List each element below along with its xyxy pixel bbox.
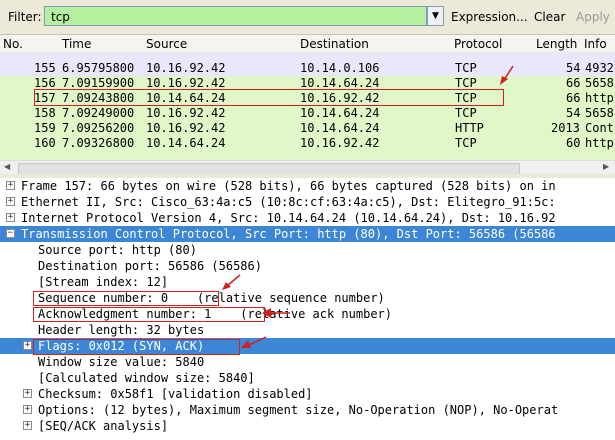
packet-length: 66: [566, 91, 581, 105]
scroll-right-icon[interactable]: ▶: [603, 162, 609, 171]
tree-item-stream-index[interactable]: [Stream index: 12]: [0, 274, 615, 290]
packet-source: 10.16.92.42: [146, 61, 226, 75]
tree-item-label: Header length: 32 bytes: [38, 323, 205, 337]
collapse-icon[interactable]: −: [6, 229, 15, 238]
tree-item-label: Source port: http (80): [38, 243, 197, 257]
packet-destination: 10.14.64.24: [300, 106, 380, 120]
packet-row-partial[interactable]: [0, 52, 615, 61]
tree-item-seq-ack-analysis[interactable]: + [SEQ/ACK analysis]: [0, 418, 615, 434]
packet-time: 6.95795800: [62, 61, 135, 75]
tree-item-label: Transmission Control Protocol, Src Port:…: [21, 227, 556, 241]
packet-details-tree: + Frame 157: 66 bytes on wire (528 bits)…: [0, 178, 615, 440]
tree-item-label: Internet Protocol Version 4, Src: 10.14.…: [21, 211, 556, 225]
filter-dropdown-button[interactable]: ▼: [427, 6, 444, 26]
tree-item-label: Checksum: 0x58f1 [validation disabled]: [38, 387, 313, 401]
packet-row[interactable]: 159 7.09256200 10.16.92.42 10.14.64.24 H…: [0, 121, 615, 136]
packet-info: http: [585, 91, 614, 105]
annotation-arrow-icon: [500, 65, 514, 85]
tree-item-label: Frame 157: 66 bytes on wire (528 bits), …: [21, 179, 556, 193]
packet-length: 66: [566, 76, 581, 90]
packet-source: 10.16.92.42: [146, 121, 226, 135]
packet-time: 7.09249000: [62, 106, 135, 120]
column-header-info[interactable]: Info: [584, 37, 607, 51]
packet-info: 5658: [585, 76, 614, 90]
filter-input[interactable]: tcp: [44, 6, 427, 26]
packet-list: 155 6.95795800 10.16.92.42 10.14.0.106 T…: [0, 52, 615, 160]
tree-item-source-port[interactable]: Source port: http (80): [0, 242, 615, 258]
expand-icon[interactable]: +: [23, 421, 32, 430]
annotation-arrow-icon: [222, 274, 241, 290]
packet-source: 10.14.64.24: [146, 136, 226, 150]
filter-toolbar: Filter: tcp ▼ Expression... Clear Apply: [0, 0, 615, 35]
packet-info: 5658: [585, 106, 614, 120]
packet-length: 2013: [551, 121, 580, 135]
packet-protocol: TCP: [455, 136, 477, 150]
filter-label: Filter:: [8, 10, 42, 24]
column-header-source[interactable]: Source: [146, 37, 187, 51]
packet-info: 4932: [585, 61, 614, 75]
expand-icon[interactable]: +: [6, 181, 15, 190]
annotation-arrow-icon: [241, 336, 267, 348]
packet-info: Cont: [585, 121, 614, 135]
expand-icon[interactable]: +: [23, 405, 32, 414]
packet-row[interactable]: 158 7.09249000 10.16.92.42 10.14.64.24 T…: [0, 106, 615, 121]
scroll-left-icon[interactable]: ◀: [4, 162, 10, 171]
column-header-no[interactable]: No.: [3, 37, 23, 51]
packet-list-hscrollbar[interactable]: ◀ ▶: [0, 160, 615, 175]
packet-protocol: TCP: [455, 106, 477, 120]
column-header-protocol[interactable]: Protocol: [454, 37, 502, 51]
packet-info: http: [585, 136, 614, 150]
tree-item-label: Ethernet II, Src: Cisco_63:4a:c5 (10:8c:…: [21, 195, 556, 209]
annotation-box-ack: [33, 307, 265, 322]
packet-protocol: HTTP: [455, 121, 484, 135]
expand-icon[interactable]: +: [6, 197, 15, 206]
packet-no: 158: [34, 106, 56, 120]
tree-item-options[interactable]: + Options: (12 bytes), Maximum segment s…: [0, 402, 615, 418]
packet-no: 160: [34, 136, 56, 150]
packet-destination: 10.16.92.42: [300, 136, 380, 150]
apply-button[interactable]: Apply: [576, 10, 610, 24]
clear-button[interactable]: Clear: [534, 10, 565, 24]
tree-item-label: [SEQ/ACK analysis]: [38, 419, 169, 433]
tree-item-label: [Calculated window size: 5840]: [38, 371, 255, 385]
packet-list-header: No. Time Source Destination Protocol Len…: [0, 35, 615, 53]
annotation-arrow-icon: [262, 308, 290, 318]
tree-item-ip[interactable]: + Internet Protocol Version 4, Src: 10.1…: [0, 210, 615, 226]
packet-row[interactable]: 160 7.09326800 10.14.64.24 10.16.92.42 T…: [0, 136, 615, 151]
column-header-length[interactable]: Length: [536, 37, 577, 51]
packet-destination: 10.14.0.106: [300, 61, 380, 75]
expand-icon[interactable]: +: [23, 389, 32, 398]
tree-item-destination-port[interactable]: Destination port: 56586 (56586): [0, 258, 615, 274]
tree-item-tcp[interactable]: − Transmission Control Protocol, Src Por…: [0, 226, 615, 242]
packet-destination: 10.14.64.24: [300, 121, 380, 135]
packet-length: 54: [566, 61, 581, 75]
tree-item-label: Options: (12 bytes), Maximum segment siz…: [38, 403, 559, 417]
expand-icon[interactable]: +: [23, 341, 32, 350]
column-header-destination[interactable]: Destination: [300, 37, 369, 51]
expand-icon[interactable]: +: [6, 213, 15, 222]
tree-item-label: [Stream index: 12]: [38, 275, 169, 289]
packet-no: 155: [34, 61, 56, 75]
packet-time: 7.09326800: [62, 136, 135, 150]
annotation-box-sequence: [33, 291, 219, 306]
tree-item-frame[interactable]: + Frame 157: 66 bytes on wire (528 bits)…: [0, 178, 615, 194]
packet-row-partial[interactable]: [0, 151, 615, 160]
tree-item-checksum[interactable]: + Checksum: 0x58f1 [validation disabled]: [0, 386, 615, 402]
expression-button[interactable]: Expression...: [451, 10, 528, 24]
tree-item-header-length[interactable]: Header length: 32 bytes: [0, 322, 615, 338]
chevron-down-icon: ▼: [432, 11, 439, 21]
tree-item-label: Window size value: 5840: [38, 355, 205, 369]
tree-item-calculated-window[interactable]: [Calculated window size: 5840]: [0, 370, 615, 386]
packet-length: 60: [566, 136, 581, 150]
packet-source: 10.16.92.42: [146, 106, 226, 120]
column-header-time[interactable]: Time: [62, 37, 91, 51]
packet-protocol: TCP: [455, 61, 477, 75]
packet-time: 7.09256200: [62, 121, 135, 135]
packet-no: 159: [34, 121, 56, 135]
annotation-box-flags: [33, 339, 240, 355]
tree-item-window-size[interactable]: Window size value: 5840: [0, 354, 615, 370]
annotation-box-selected-row: [34, 89, 504, 106]
packet-length: 54: [566, 106, 581, 120]
tree-item-ethernet[interactable]: + Ethernet II, Src: Cisco_63:4a:c5 (10:8…: [0, 194, 615, 210]
